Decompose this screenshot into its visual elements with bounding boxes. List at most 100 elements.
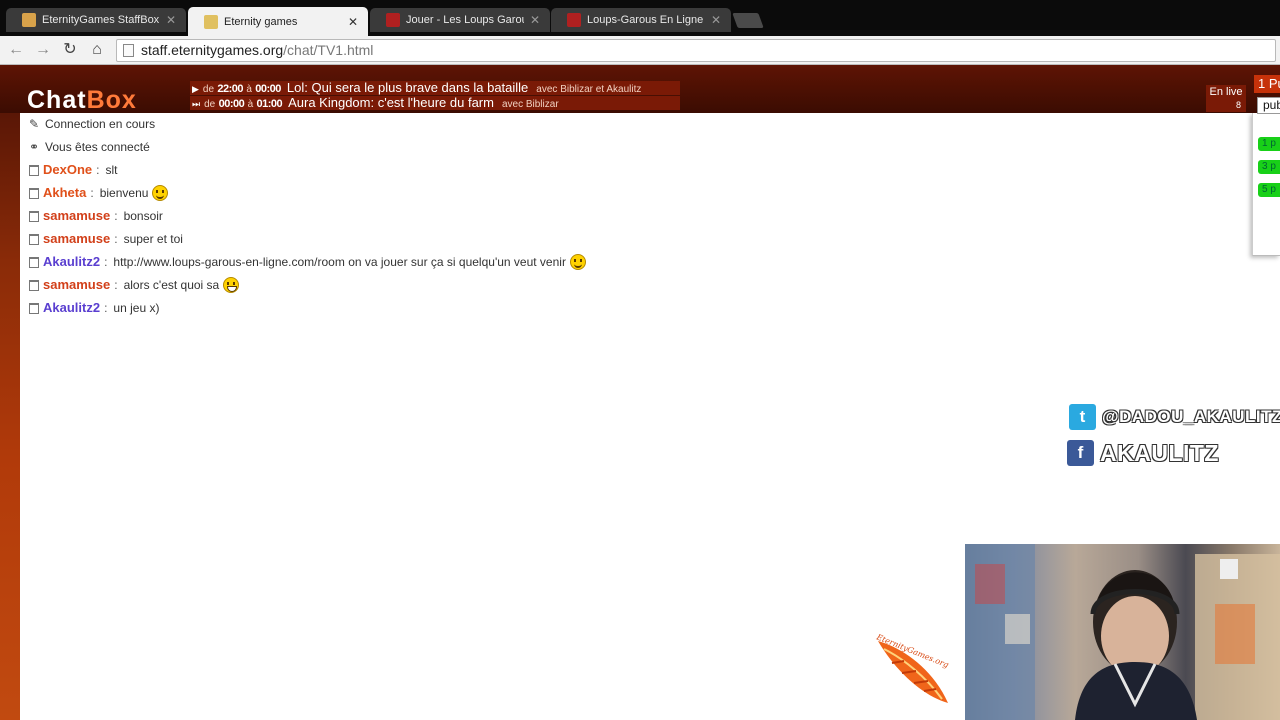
logo-chat-text: Chat [27,86,87,114]
chat-message: Akaulitz2 : http://www.loups-garous-en-l… [29,253,586,271]
schedule-show: Lol: Qui sera le plus brave dans la bata… [286,80,529,95]
close-icon[interactable]: ✕ [166,13,176,27]
twitter-icon: t [1069,404,1096,430]
schedule-show: Aura Kingdom: c'est l'heure du farm [288,95,494,110]
schedule-hosts: avec Biblizar et Akaulitz [536,84,642,95]
live-label: En live [1209,86,1243,98]
url-path: /chat/TV1.html [283,42,374,58]
chatbox-header: ChatBox ▶ de 22:00 à 00:00 Lol: Qui sera l… [0,65,1280,115]
address-bar[interactable]: staff.eternitygames.org/chat/TV1.html [116,39,1276,62]
schedule-row: ▶ de 22:00 à 00:00 Lol: Qui sera le plus b… [190,81,680,95]
message-user[interactable]: DexOne [43,161,92,179]
message-user[interactable]: Akheta [43,184,86,202]
webcam-feed [965,544,1280,720]
trash-icon[interactable] [29,210,39,222]
tab-jouer-loups-garous[interactable]: Jouer - Les Loups Garous ✕ [370,8,550,32]
pub-pill[interactable]: 5 p [1258,183,1280,197]
smile-icon [152,185,169,201]
tab-loups-garous-en-ligne[interactable]: Loups-Garous En Ligne - ✕ [551,8,731,32]
message-user[interactable]: samamuse [43,276,110,294]
url-host: staff.eternitygames.org [141,42,284,58]
close-icon[interactable]: ✕ [348,15,358,29]
schedule-from: de [204,99,216,110]
facebook-icon: f [1067,440,1094,466]
schedule-row: ⏭ de 00:00 à 01:00 Aura Kingdom: c'est l'h… [190,96,680,110]
chat-message: samamuse : alors c'est quoi sa [29,276,240,294]
message-text: bienvenu [99,186,149,200]
pub-pill[interactable]: 3 p [1258,160,1280,174]
message-text[interactable]: http://www.loups-garous-en-ligne.com/roo… [113,253,566,271]
chat-message: DexOne : slt [29,161,117,179]
pub-pill[interactable]: 1 p [1258,137,1280,151]
facebook-name: AKAULITZ [1100,439,1219,466]
message-text: slt [105,163,118,177]
tab-title: EternityGames StaffBox [42,14,160,26]
pub-tab[interactable]: 1 Pu [1254,75,1280,93]
message-separator: : [96,163,100,177]
trash-icon[interactable] [29,279,39,291]
new-tab-button[interactable] [732,13,764,28]
message-text: bonsoir [123,209,163,223]
trash-icon[interactable] [29,256,39,268]
link-icon: ⚭ [29,140,40,154]
play-icon: ▶ [192,84,199,94]
back-arrow-icon[interactable]: ← [5,39,27,61]
message-separator: : [114,232,118,246]
tab-eternity-games[interactable]: Eternity games ✕ [188,7,368,36]
tab-favicon-icon [22,13,36,27]
webcam-scene [965,544,1280,720]
tab-eternitygames-staffbox[interactable]: EternityGames StaffBox ✕ [6,8,186,32]
live-viewers-badge: En live 8 [1206,85,1246,112]
message-user[interactable]: samamuse [43,230,110,248]
connecting-icon: ✎ [29,117,40,131]
twitter-handle: @DADOU_AKAULITZ [1102,407,1280,426]
message-text: super et toi [123,232,183,246]
tab-favicon-icon [386,13,400,27]
eternitygames-logo-icon: EternityGames.org [874,632,950,703]
message-text: un jeu x) [113,301,160,315]
page-icon [123,44,134,57]
trash-icon[interactable] [29,187,39,199]
close-icon[interactable]: ✕ [530,13,540,27]
chat-message: Akaulitz2 : un jeu x) [29,299,159,317]
schedule-end: 00:00 [255,83,281,95]
close-icon[interactable]: ✕ [711,13,721,27]
chat-message: Akheta : bienvenu [29,184,169,202]
chatbox-logo: ChatBox [27,86,137,115]
home-icon[interactable]: ⌂ [86,39,108,61]
live-count: 8 [1235,100,1241,110]
trash-icon[interactable] [29,164,39,176]
tab-strip: EternityGames StaffBox ✕ Eternity games … [0,0,1280,36]
reload-icon[interactable]: ↻ [59,39,81,61]
schedule-from: de [202,84,215,95]
schedule-start: 22:00 [217,83,244,95]
status-line: ✎ Connection en cours [29,115,155,133]
chat-message: samamuse : super et toi [29,230,183,248]
chat-message: samamuse : bonsoir [29,207,163,225]
trash-icon[interactable] [29,233,39,245]
message-text: alors c'est quoi sa [123,278,220,292]
message-separator: : [90,186,94,200]
message-separator: : [114,278,118,292]
schedule-to: à [247,99,254,110]
status-text: Connection en cours [45,117,156,131]
browser-toolbar: ← → ↻ ⌂ staff.eternitygames.org/chat/TV1… [0,36,1280,65]
schedule-end: 01:00 [256,98,283,110]
message-user[interactable]: Akaulitz2 [43,299,100,317]
tab-title: Jouer - Les Loups Garous [406,14,524,26]
message-user[interactable]: samamuse [43,207,110,225]
tab-title: Loups-Garous En Ligne - [587,14,705,26]
forward-arrow-icon[interactable]: → [32,39,54,61]
status-line: ⚭ Vous êtes connecté [29,138,150,156]
trash-icon[interactable] [29,302,39,314]
message-separator: : [104,301,108,315]
schedule-hosts: avec Biblizar [501,99,559,110]
message-separator: : [104,255,108,269]
facebook-overlay: f AKAULITZ [1067,438,1219,468]
message-user[interactable]: Akaulitz2 [43,253,100,271]
twitter-overlay: t @DADOU_AKAULITZ [1069,402,1280,432]
grin-icon [223,277,240,293]
schedule-start: 00:00 [218,98,245,110]
pub-field[interactable]: pub [1257,97,1280,114]
message-separator: : [114,209,118,223]
